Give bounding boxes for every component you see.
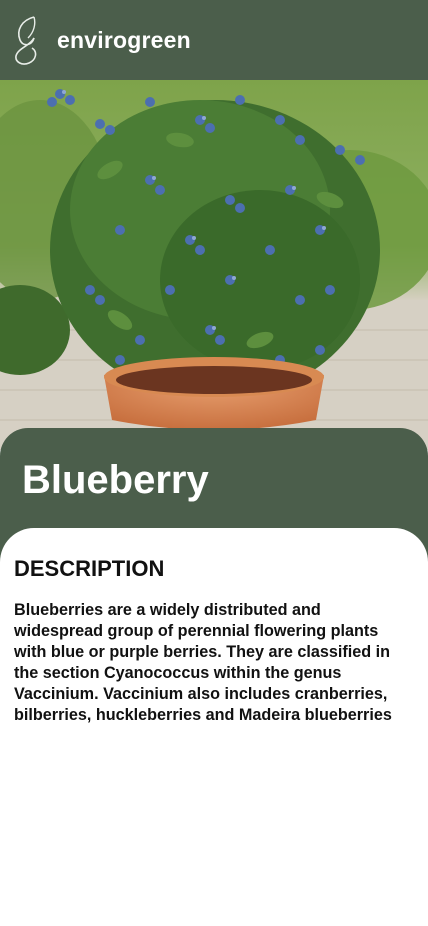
description-card: DESCRIPTION Blueberries are a widely dis…: [0, 528, 428, 926]
plant-photo: [0, 80, 428, 450]
brand-name: envirogreen: [57, 26, 191, 53]
description-heading: DESCRIPTION: [14, 556, 165, 581]
plant-name: Blueberry: [22, 458, 209, 502]
leaf-outline-icon[interactable]: [12, 14, 42, 66]
description-body: Blueberries are a widely distributed and…: [14, 601, 392, 724]
app-header: envirogreen: [0, 0, 428, 80]
